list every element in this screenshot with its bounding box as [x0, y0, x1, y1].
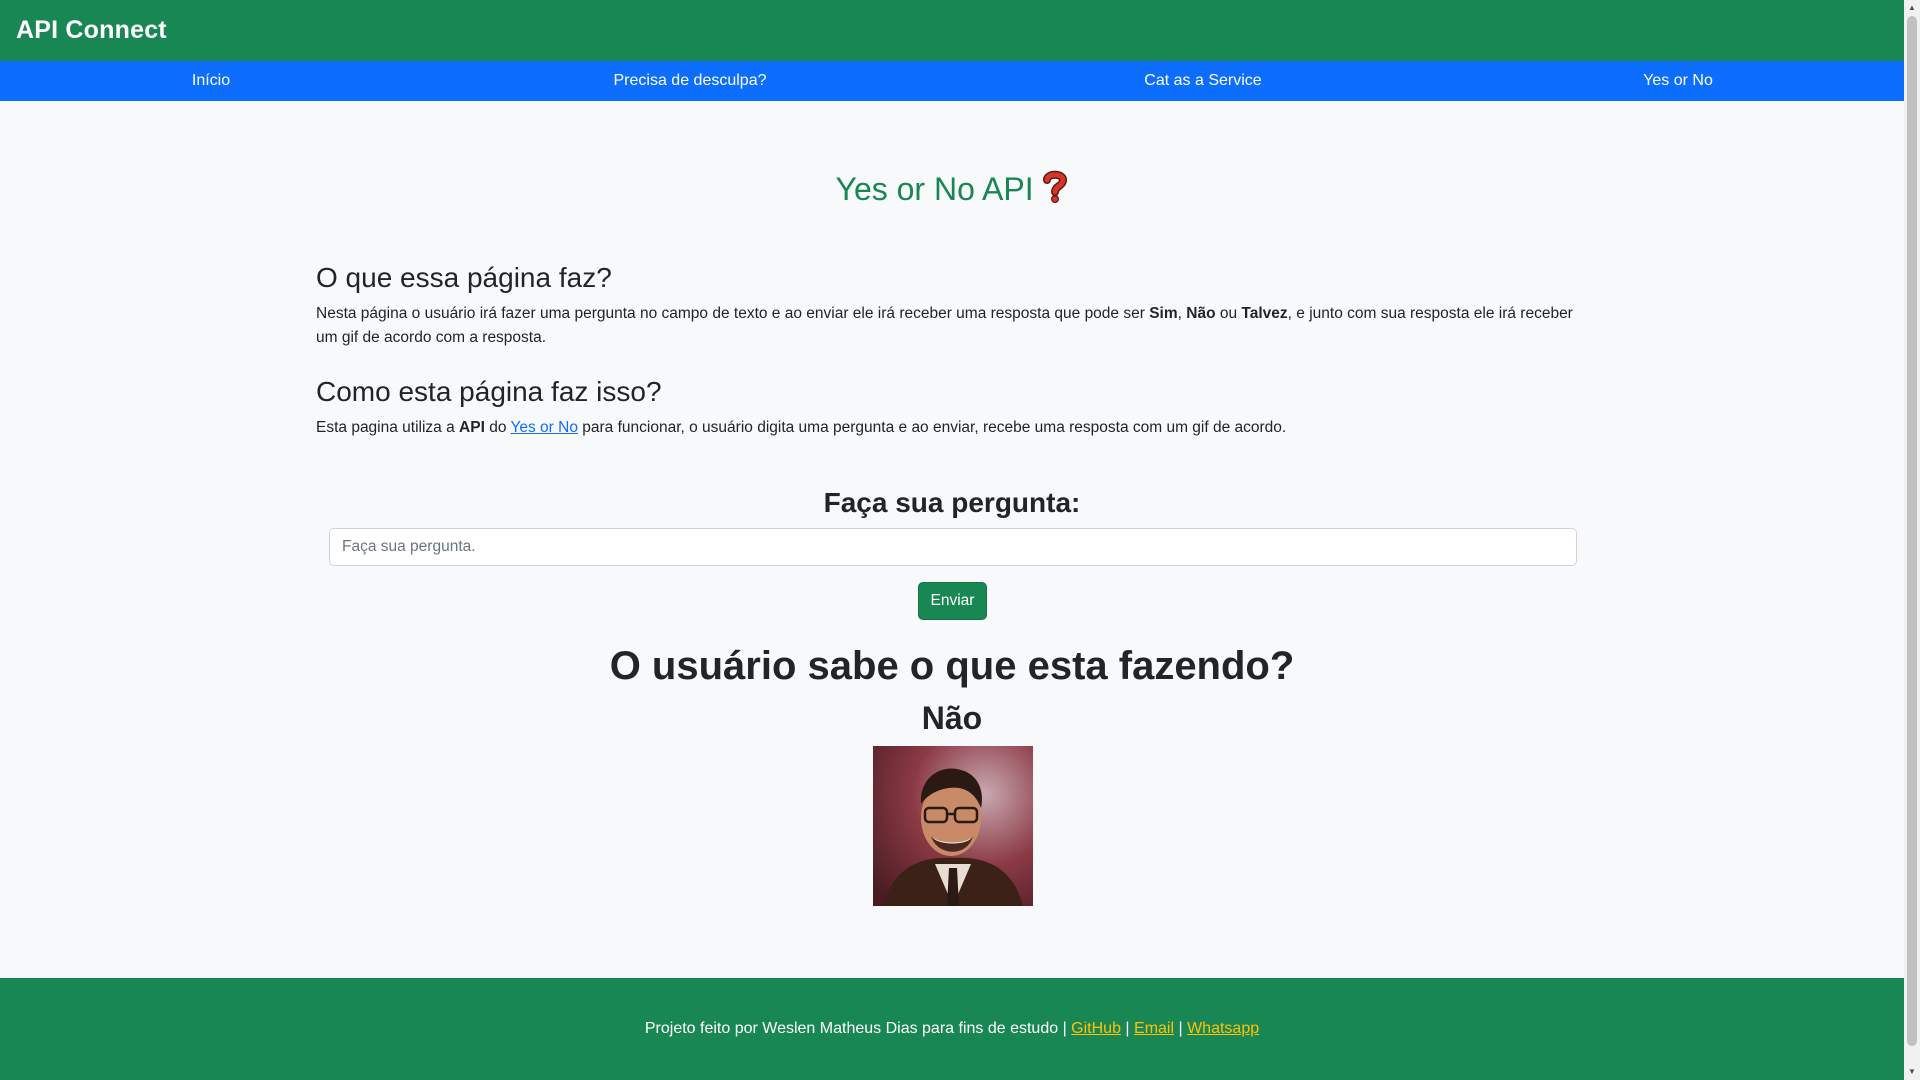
- scroll-down-arrow-icon[interactable]: ▼: [1904, 1064, 1920, 1080]
- question-input[interactable]: [329, 528, 1577, 566]
- page-title: Yes or No API: [0, 170, 1904, 208]
- scrollbar-thumb[interactable]: [1907, 16, 1917, 1046]
- footer: Projeto feito por Weslen Matheus Dias pa…: [0, 978, 1904, 1080]
- scroll-up-arrow-icon[interactable]: ▲: [1904, 0, 1920, 16]
- section-paragraph: Esta pagina utiliza a API do Yes or No p…: [316, 416, 1576, 440]
- nav-item-inicio[interactable]: Início: [192, 61, 230, 101]
- bold-api: API: [459, 419, 485, 436]
- footer-sep: |: [1120, 1020, 1135, 1037]
- footer-text: Projeto feito por Weslen Matheus Dias pa…: [644, 1020, 1059, 1037]
- top-header: API Connect: [0, 0, 1904, 61]
- footer-link-github[interactable]: GitHub: [1071, 1020, 1121, 1038]
- footer-sep: |: [1174, 1020, 1188, 1037]
- section-heading: Como esta página faz isso?: [316, 376, 662, 407]
- paragraph-text: do: [484, 419, 511, 436]
- form-title: Faça sua pergunta:: [823, 487, 1081, 518]
- footer-link-whatsapp[interactable]: Whatsapp: [1187, 1020, 1259, 1038]
- section-what-it-does: O que essa página faz? Nesta página o us…: [316, 262, 1576, 350]
- nav-item-cat-as-a-service[interactable]: Cat as a Service: [1144, 61, 1261, 101]
- paragraph-text: Esta pagina utiliza a: [316, 419, 460, 436]
- footer-link-email[interactable]: Email: [1134, 1020, 1174, 1038]
- answer-gif: [873, 746, 1033, 906]
- bold-nao: Não: [1186, 305, 1216, 322]
- vertical-scrollbar[interactable]: ▲ ▼: [1904, 0, 1920, 1080]
- question-mark-icon: [1042, 170, 1068, 207]
- nav-item-yes-or-no[interactable]: Yes or No: [1643, 61, 1713, 101]
- send-button[interactable]: Enviar: [918, 582, 987, 620]
- section-paragraph: Nesta página o usuário irá fazer uma per…: [316, 302, 1576, 350]
- paragraph-text: Nesta página o usuário irá fazer uma per…: [316, 305, 1150, 322]
- nav-item-desculpa[interactable]: Precisa de desculpa?: [614, 61, 767, 101]
- section-how-it-works: Como esta página faz isso? Esta pagina u…: [316, 376, 1576, 440]
- result-answer: Não: [921, 700, 983, 736]
- bold-sim: Sim: [1149, 305, 1178, 322]
- result-question: O usuário sabe o que esta fazendo?: [609, 644, 1295, 688]
- brand-logo[interactable]: API Connect: [16, 16, 167, 45]
- paragraph-sep: ou: [1215, 305, 1242, 322]
- page: API Connect Início Precisa de desculpa? …: [0, 0, 1904, 1080]
- yes-or-no-link[interactable]: Yes or No: [510, 419, 578, 436]
- section-heading: O que essa página faz?: [316, 262, 612, 293]
- paragraph-text: para funcionar, o usuário digita uma per…: [577, 419, 1287, 436]
- page-title-text: Yes or No API: [835, 171, 1034, 207]
- main-nav: Início Precisa de desculpa? Cat as a Ser…: [0, 61, 1904, 101]
- paragraph-sep: ,: [1177, 305, 1187, 322]
- bold-talvez: Talvez: [1241, 305, 1288, 322]
- footer-sep: |: [1058, 1020, 1072, 1037]
